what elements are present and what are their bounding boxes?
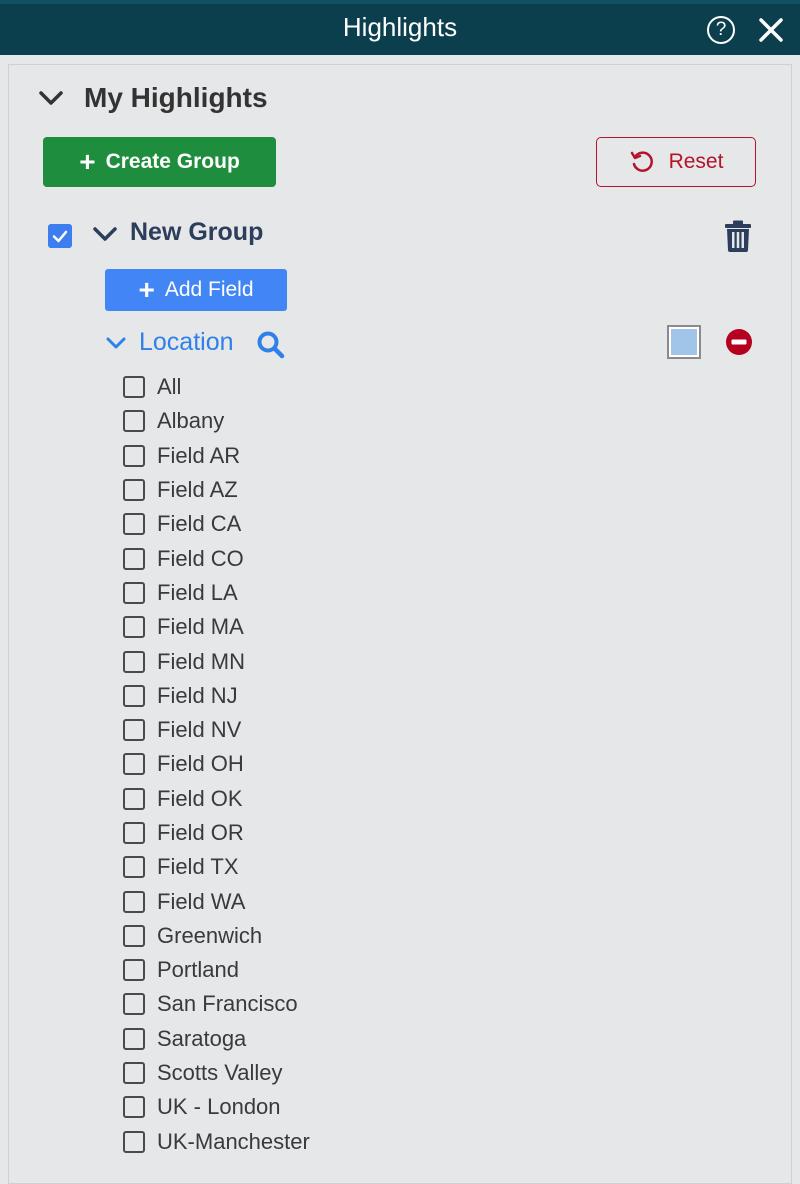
option-label: Scotts Valley xyxy=(157,1060,283,1086)
location-option[interactable]: Field OK xyxy=(123,782,310,816)
location-option[interactable]: Field MA xyxy=(123,610,310,644)
option-label: UK - London xyxy=(157,1094,281,1120)
option-checkbox[interactable] xyxy=(123,684,145,707)
option-label: Greenwich xyxy=(157,922,263,948)
reset-label: Reset xyxy=(668,150,724,173)
plus-icon: + xyxy=(79,146,96,177)
help-icon[interactable]: ? xyxy=(707,16,735,44)
option-checkbox[interactable] xyxy=(123,650,145,673)
location-option[interactable]: Field OR xyxy=(123,816,310,850)
option-checkbox[interactable] xyxy=(123,444,145,467)
option-checkbox[interactable] xyxy=(123,993,145,1016)
location-option[interactable]: All xyxy=(123,370,310,404)
search-icon[interactable] xyxy=(256,330,286,360)
field-name-location[interactable]: Location xyxy=(139,328,234,357)
close-icon[interactable] xyxy=(756,12,786,46)
location-option[interactable]: Field AR xyxy=(123,439,310,473)
option-checkbox[interactable] xyxy=(123,822,145,844)
option-checkbox[interactable] xyxy=(123,856,145,879)
option-checkbox[interactable] xyxy=(123,1096,145,1119)
undo-icon xyxy=(630,151,653,172)
option-checkbox[interactable] xyxy=(123,479,145,502)
option-label: San Francisco xyxy=(157,991,298,1017)
location-option[interactable]: Field OH xyxy=(123,747,310,781)
group-checkbox[interactable] xyxy=(48,224,72,248)
option-label: Field MN xyxy=(157,648,246,674)
location-option[interactable]: Field TX xyxy=(123,850,310,884)
location-option[interactable]: Greenwich xyxy=(123,919,310,953)
section-title: My Highlights xyxy=(84,82,268,113)
create-group-button[interactable]: + Create Group xyxy=(43,137,276,187)
location-option[interactable]: UK - London xyxy=(123,1090,310,1124)
option-label: Field AZ xyxy=(157,477,238,503)
location-option[interactable]: Portland xyxy=(123,953,310,987)
location-option[interactable]: San Francisco xyxy=(123,987,310,1021)
location-options-list: All Albany Field AR Field AZ Field CA Field C… xyxy=(123,370,310,1159)
option-label: UK-Manchester xyxy=(157,1128,310,1154)
option-label: Field NJ xyxy=(157,682,238,708)
option-label: Field CA xyxy=(157,511,242,537)
option-checkbox[interactable] xyxy=(123,787,145,810)
option-checkbox[interactable] xyxy=(123,547,145,570)
option-label: Field WA xyxy=(157,888,246,914)
option-label: All xyxy=(157,374,182,400)
option-checkbox[interactable] xyxy=(123,890,145,913)
reset-button[interactable]: Reset xyxy=(596,137,756,187)
option-label: Field LA xyxy=(157,579,238,605)
option-label: Field OH xyxy=(157,751,244,777)
chevron-down-icon xyxy=(39,91,63,105)
location-option[interactable]: Field MN xyxy=(123,644,310,678)
title-bar: Highlights ? xyxy=(0,0,800,55)
location-option[interactable]: Field AZ xyxy=(123,473,310,507)
plus-icon: + xyxy=(138,274,155,305)
option-label: Saratoga xyxy=(157,1025,247,1051)
location-option[interactable]: UK-Manchester xyxy=(123,1125,310,1159)
field-chevron-down-icon[interactable] xyxy=(105,334,127,352)
option-checkbox[interactable] xyxy=(123,513,145,536)
location-option[interactable]: Field LA xyxy=(123,576,310,610)
location-option[interactable]: Field WA xyxy=(123,884,310,918)
color-swatch-fill xyxy=(671,329,697,355)
option-checkbox[interactable] xyxy=(123,616,145,639)
option-checkbox[interactable] xyxy=(123,719,145,742)
option-checkbox[interactable] xyxy=(123,1027,145,1050)
location-option[interactable]: Field CO xyxy=(123,541,310,575)
option-label: Field OK xyxy=(157,785,243,811)
option-checkbox[interactable] xyxy=(123,959,145,982)
create-group-label: Create Group xyxy=(105,150,240,173)
location-option[interactable]: Scotts Valley xyxy=(123,1056,310,1090)
trash-icon[interactable] xyxy=(724,220,752,252)
location-option[interactable]: Albany xyxy=(123,404,310,438)
option-label: Albany xyxy=(157,408,225,434)
group-name: New Group xyxy=(130,218,264,246)
my-highlights-header[interactable]: My Highlights xyxy=(38,80,268,116)
option-label: Portland xyxy=(157,957,239,983)
option-checkbox[interactable] xyxy=(123,924,145,947)
option-checkbox[interactable] xyxy=(123,410,145,433)
checkmark-icon xyxy=(52,230,68,243)
option-label: Field OR xyxy=(157,820,244,845)
option-checkbox[interactable] xyxy=(123,753,145,776)
highlight-color-swatch[interactable] xyxy=(667,325,701,359)
option-checkbox[interactable] xyxy=(123,581,145,604)
location-option[interactable]: Field CA xyxy=(123,507,310,541)
window-title: Highlights xyxy=(342,12,458,42)
option-label: Field NV xyxy=(157,717,242,743)
option-label: Field MA xyxy=(157,614,244,640)
group-chevron-down-icon[interactable] xyxy=(92,224,118,244)
add-field-label: Add Field xyxy=(164,278,254,301)
option-checkbox[interactable] xyxy=(123,376,145,399)
option-label: Field TX xyxy=(157,854,239,880)
option-label: Field AR xyxy=(157,442,241,468)
location-option[interactable]: Field NV xyxy=(123,713,310,747)
option-checkbox[interactable] xyxy=(123,1062,145,1085)
add-field-button[interactable]: + Add Field xyxy=(105,269,287,311)
remove-field-icon[interactable] xyxy=(725,328,753,356)
location-option[interactable]: Field NJ xyxy=(123,679,310,713)
option-label: Field CO xyxy=(157,545,244,571)
location-option[interactable]: Saratoga xyxy=(123,1022,310,1056)
option-checkbox[interactable] xyxy=(123,1130,145,1153)
